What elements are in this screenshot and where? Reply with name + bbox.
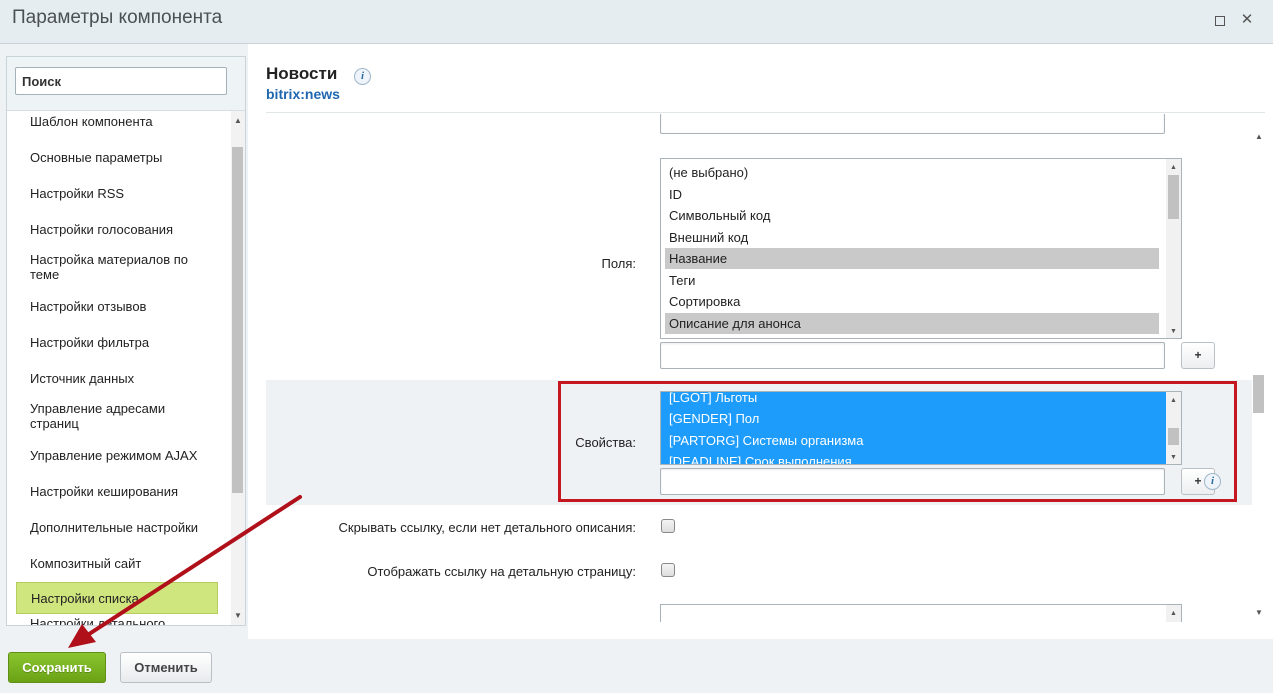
list-item[interactable]: Сортировка [665, 291, 1159, 312]
scroll-down-icon[interactable]: ▼ [233, 611, 243, 621]
sidebar-item-label: Настройки отзывов [30, 298, 147, 314]
sidebar-item-composite[interactable]: Композитный сайт [16, 553, 218, 573]
sidebar-item-label: Источник данных [30, 370, 135, 386]
info-icon[interactable]: i [1204, 473, 1221, 490]
sidebar-item-label: Настройки кеширования [30, 483, 179, 499]
sidebar-item-basic[interactable]: Основные параметры [16, 147, 218, 167]
sidebar-item-detail[interactable]: Настройки детального просмотра [16, 616, 218, 625]
sidebar-item-ajax[interactable]: Управление режимом AJAX [16, 445, 218, 465]
sidebar-item-label: Дополнительные настройки [30, 519, 199, 535]
dialog-title: Параметры компонента [12, 7, 223, 28]
list-item[interactable]: [PARTORG] Системы организма [665, 430, 1159, 451]
list-item[interactable]: Внешний код [665, 227, 1159, 248]
sidebar: Шаблон компонента Основные параметры Нас… [6, 56, 246, 626]
list-item[interactable]: [LGOT] Льготы [665, 392, 1159, 408]
properties-label: Свойства: [575, 435, 636, 450]
previous-field-input[interactable] [660, 114, 1165, 134]
list-item[interactable]: Описание для анонса [665, 313, 1159, 334]
list-item[interactable]: [DEADLINE] Срок выполнения [665, 451, 1159, 464]
save-button[interactable]: Сохранить [8, 652, 106, 683]
list-item[interactable]: [GENDER] Пол [665, 408, 1159, 429]
sidebar-item-related[interactable]: Настройка материалов по теме [16, 250, 218, 284]
fields-listbox[interactable]: (не выбрано) ID Символьный код Внешний к… [660, 158, 1182, 339]
list-item[interactable]: ID [665, 184, 1159, 205]
sidebar-scrollbar-thumb[interactable] [232, 147, 243, 493]
dialog-titlebar: Параметры компонента ✕ [0, 0, 1273, 44]
search-input[interactable] [15, 67, 227, 95]
divider [266, 112, 1265, 113]
show-link-label: Отображать ссылку на детальную страницу: [367, 564, 636, 579]
settings-form: Поля: (не выбрано) ID Символьный код Вне… [266, 114, 1252, 622]
sidebar-item-label: Управление режимом AJAX [30, 447, 198, 463]
fields-custom-input[interactable] [660, 342, 1165, 369]
sidebar-item-reviews[interactable]: Настройки отзывов [16, 296, 218, 316]
sidebar-item-cache[interactable]: Настройки кеширования [16, 481, 218, 501]
sidebar-item-list-settings[interactable]: Настройки списка [16, 582, 218, 614]
scroll-down-icon[interactable]: ▼ [1169, 453, 1178, 462]
dialog-footer: Сохранить Отменить [0, 639, 1273, 693]
sidebar-item-label: Управление адресами страниц [30, 401, 166, 431]
scroll-up-icon[interactable]: ▲ [1169, 396, 1178, 405]
list-item[interactable]: Название [665, 248, 1159, 269]
sidebar-item-label: Настройки фильтра [30, 334, 150, 350]
sidebar-item-label: Настройки списка [31, 590, 139, 606]
properties-scrollbar-thumb[interactable] [1168, 428, 1179, 445]
info-icon[interactable]: i [354, 68, 371, 85]
scroll-up-icon[interactable]: ▲ [233, 116, 243, 126]
cancel-button[interactable]: Отменить [120, 652, 212, 683]
sidebar-item-datasource[interactable]: Источник данных [16, 368, 218, 388]
fields-label: Поля: [601, 256, 636, 271]
sidebar-item-voting[interactable]: Настройки голосования [16, 219, 218, 239]
list-item[interactable]: Теги [665, 270, 1159, 291]
properties-custom-input[interactable] [660, 468, 1165, 495]
form-scrollbar-thumb[interactable] [1253, 375, 1264, 413]
fields-add-button[interactable]: + [1181, 342, 1215, 369]
dialog-body: Шаблон компонента Основные параметры Нас… [0, 44, 1273, 639]
scroll-down-icon[interactable]: ▼ [1254, 608, 1264, 618]
hide-link-checkbox[interactable] [661, 519, 675, 533]
sidebar-item-label: Настройка материалов по теме [30, 252, 188, 282]
sidebar-item-label: Настройки RSS [30, 185, 125, 201]
maximize-icon[interactable] [1211, 12, 1227, 28]
sidebar-item-label: Настройки голосования [30, 221, 174, 237]
sidebar-item-label: Шаблон компонента [30, 113, 153, 129]
component-title: Новости [266, 64, 338, 83]
main-panel: Новости i bitrix:news Поля: (не выбрано)… [248, 44, 1273, 639]
list-item[interactable]: Символьный код [665, 205, 1159, 226]
sidebar-item-rss[interactable]: Настройки RSS [16, 183, 218, 203]
fields-scrollbar-thumb[interactable] [1168, 175, 1179, 219]
sidebar-search-area [7, 57, 245, 111]
scroll-down-icon[interactable]: ▼ [1169, 327, 1178, 336]
sidebar-item-template[interactable]: Шаблон компонента [16, 111, 218, 131]
sidebar-item-label: Настройки детального просмотра [30, 616, 166, 625]
scroll-up-icon[interactable]: ▲ [1169, 609, 1178, 618]
hide-link-label: Скрывать ссылку, если нет детального опи… [338, 520, 636, 535]
properties-listbox[interactable]: [LGOT] Льготы [GENDER] Пол [PARTORG] Сис… [660, 391, 1182, 465]
scroll-up-icon[interactable]: ▲ [1254, 132, 1264, 142]
show-link-checkbox[interactable] [661, 563, 675, 577]
sidebar-item-additional[interactable]: Дополнительные настройки [16, 517, 218, 537]
list-item[interactable]: (не выбрано) [665, 162, 1159, 183]
sidebar-item-label: Основные параметры [30, 149, 163, 165]
scroll-up-icon[interactable]: ▲ [1169, 163, 1178, 172]
next-field-listbox[interactable]: ▲ [660, 604, 1182, 622]
sidebar-nav: Шаблон компонента Основные параметры Нас… [7, 111, 229, 625]
sidebar-item-urls[interactable]: Управление адресами страниц [16, 399, 218, 433]
sidebar-item-filter[interactable]: Настройки фильтра [16, 332, 218, 352]
sidebar-item-label: Композитный сайт [30, 555, 142, 571]
close-icon[interactable]: ✕ [1239, 12, 1255, 28]
component-code: bitrix:news [266, 86, 340, 102]
